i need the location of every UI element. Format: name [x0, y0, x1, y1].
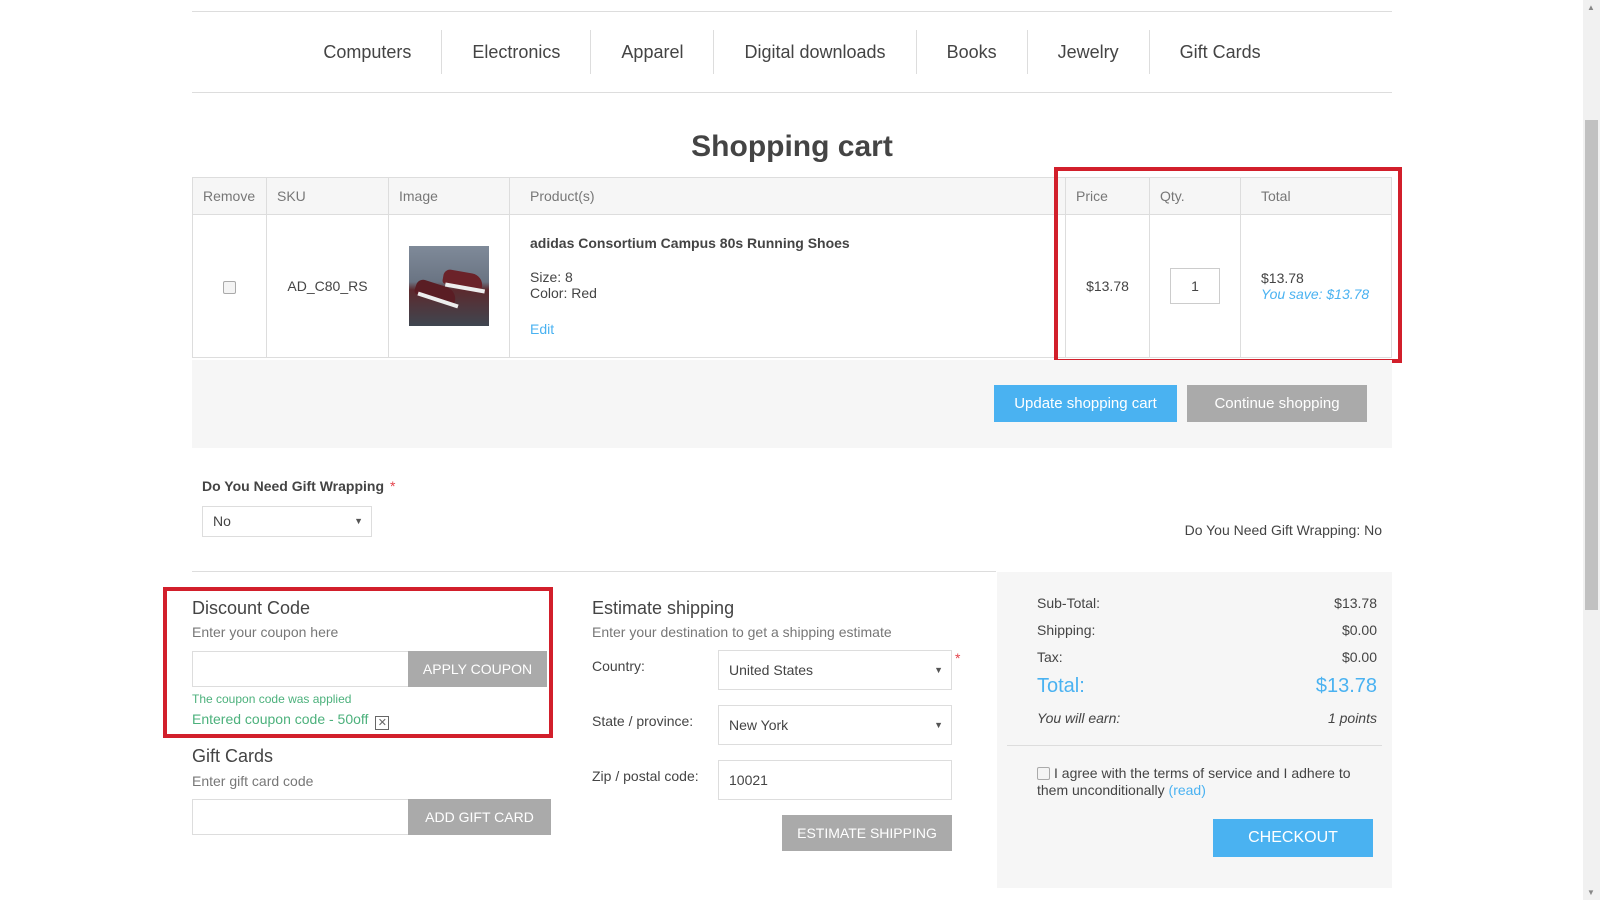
coupon-code-input[interactable] — [192, 651, 409, 687]
product-cell: adidas Consortium Campus 80s Running Sho… — [509, 214, 1066, 358]
shipping-label: Shipping: — [1037, 622, 1096, 638]
apply-coupon-button[interactable]: APPLY COUPON — [408, 651, 547, 687]
nav-item-computers[interactable]: Computers — [293, 30, 443, 74]
required-marker: * — [955, 650, 961, 666]
remove-checkbox[interactable] — [223, 280, 236, 294]
add-gift-card-button[interactable]: ADD GIFT CARD — [408, 799, 551, 835]
country-select[interactable]: United States ▼ — [718, 650, 952, 690]
header-sku: SKU — [266, 177, 389, 215]
gift-wrapping-label: Do You Need Gift Wrapping * — [202, 478, 395, 494]
subtotal-label: Sub-Total: — [1037, 595, 1101, 611]
gift-wrapping-selected: No — [213, 513, 231, 529]
state-select[interactable]: New York ▼ — [718, 705, 952, 745]
gift-card-code-input[interactable] — [192, 799, 409, 835]
header-image: Image — [388, 177, 510, 215]
reward-points-value: 1 points — [1327, 710, 1377, 726]
country-selected: United States — [729, 662, 814, 678]
dropdown-arrow-icon: ▼ — [934, 665, 943, 675]
order-total-label: Total: — [1037, 675, 1085, 697]
reward-points-row: You will earn: 1 points — [1037, 710, 1377, 726]
cart-item-row: AD_C80_RS adidas Consortium Campus 80s R… — [192, 214, 1392, 358]
nav-item-books[interactable]: Books — [917, 30, 1028, 74]
tax-value: $0.00 — [1341, 649, 1377, 665]
continue-shopping-button[interactable]: Continue shopping — [1187, 385, 1367, 422]
estimate-shipping-title: Estimate shipping — [592, 598, 735, 618]
shipping-row: Shipping: $0.00 — [1037, 622, 1377, 638]
top-divider — [192, 11, 1392, 12]
header-total: Total — [1240, 177, 1392, 215]
update-cart-button[interactable]: Update shopping cart — [994, 385, 1177, 422]
header-qty: Qty. — [1149, 177, 1241, 215]
product-name-link[interactable]: adidas Consortium Campus 80s Running Sho… — [530, 235, 1065, 251]
section-divider — [192, 571, 996, 572]
order-totals-panel: Sub-Total: $13.78 Shipping: $0.00 Tax: $… — [997, 572, 1392, 888]
terms-checkbox[interactable] — [1037, 767, 1050, 780]
page-title: Shopping cart — [691, 130, 893, 163]
zip-label: Zip / postal code: — [592, 768, 699, 784]
subtotal-row: Sub-Total: $13.78 — [1037, 595, 1377, 611]
product-color: Color: Red — [530, 285, 597, 301]
gift-wrapping-summary: Do You Need Gift Wrapping: No — [1184, 522, 1382, 538]
order-total-row: Total: $13.78 — [1037, 675, 1377, 698]
you-save-text: You save: $13.78 — [1261, 286, 1370, 302]
category-menu: Computers Electronics Apparel Digital do… — [192, 30, 1392, 74]
discount-code-title: Discount Code — [192, 598, 311, 618]
product-size: Size: 8 — [530, 269, 573, 285]
order-total-value: $13.78 — [1315, 675, 1377, 697]
gift-cards-title: Gift Cards — [192, 746, 274, 766]
entered-coupon-code: Entered coupon code - 50off ✕ — [192, 711, 390, 730]
coupon-applied-message: The coupon code was applied — [192, 692, 352, 706]
cart-buttons-bar: Update shopping cart Continue shopping — [192, 360, 1392, 448]
line-total: $13.78 — [1261, 270, 1304, 286]
country-label: Country: — [592, 658, 645, 674]
entered-coupon-text: Entered coupon code - 50off — [192, 711, 369, 727]
cart-table: Remove SKU Image Product(s) Price Qty. T… — [192, 177, 1392, 358]
subtotal-value: $13.78 — [1334, 595, 1377, 611]
image-cell — [388, 214, 510, 358]
total-cell: $13.78 You save: $13.78 — [1240, 214, 1392, 358]
cart-header-row: Remove SKU Image Product(s) Price Qty. T… — [192, 177, 1392, 215]
quantity-input[interactable] — [1170, 268, 1220, 304]
dropdown-arrow-icon: ▼ — [934, 720, 943, 730]
scrollbar-thumb[interactable] — [1585, 120, 1598, 610]
gift-cards-hint: Enter gift card code — [192, 773, 314, 789]
nav-item-apparel[interactable]: Apparel — [591, 30, 715, 74]
scroll-up-arrow-icon[interactable]: ▲ — [1587, 3, 1595, 12]
read-terms-link[interactable]: (read) — [1169, 782, 1206, 798]
nav-divider — [192, 92, 1392, 93]
remove-cell — [192, 214, 267, 358]
edit-item-link[interactable]: Edit — [530, 321, 554, 337]
reward-points-label: You will earn: — [1037, 710, 1121, 726]
state-label: State / province: — [592, 713, 694, 729]
product-thumbnail[interactable] — [409, 246, 489, 326]
checkout-button[interactable]: CHECKOUT — [1213, 819, 1373, 857]
unit-price: $13.78 — [1065, 214, 1150, 358]
gift-wrapping-label-text: Do You Need Gift Wrapping — [202, 478, 384, 494]
tax-row: Tax: $0.00 — [1037, 649, 1377, 665]
header-products: Product(s) — [509, 177, 1066, 215]
sku-cell: AD_C80_RS — [266, 214, 389, 358]
totals-divider — [1007, 745, 1382, 746]
nav-item-electronics[interactable]: Electronics — [442, 30, 592, 74]
gift-wrapping-select[interactable]: No ▼ — [202, 506, 372, 537]
scroll-down-arrow-icon[interactable]: ▼ — [1587, 888, 1595, 897]
nav-item-jewelry[interactable]: Jewelry — [1028, 30, 1150, 74]
terms-of-service: I agree with the terms of service and I … — [1037, 765, 1367, 799]
required-marker: * — [390, 478, 396, 494]
nav-item-digital-downloads[interactable]: Digital downloads — [714, 30, 917, 74]
tax-label: Tax: — [1037, 649, 1063, 665]
zip-code-input[interactable]: 10021 — [718, 760, 952, 800]
discount-code-hint: Enter your coupon here — [192, 624, 339, 640]
header-price: Price — [1065, 177, 1150, 215]
estimate-shipping-hint: Enter your destination to get a shipping… — [592, 624, 892, 640]
dropdown-arrow-icon: ▼ — [354, 516, 363, 526]
shipping-value: $0.00 — [1341, 622, 1377, 638]
header-remove: Remove — [192, 177, 267, 215]
vertical-scrollbar[interactable]: ▲ ▼ — [1583, 0, 1600, 900]
qty-cell — [1149, 214, 1241, 358]
state-selected: New York — [729, 717, 789, 733]
nav-item-gift-cards[interactable]: Gift Cards — [1150, 30, 1291, 74]
estimate-shipping-button[interactable]: ESTIMATE SHIPPING — [782, 815, 952, 851]
remove-coupon-icon[interactable]: ✕ — [375, 716, 390, 730]
